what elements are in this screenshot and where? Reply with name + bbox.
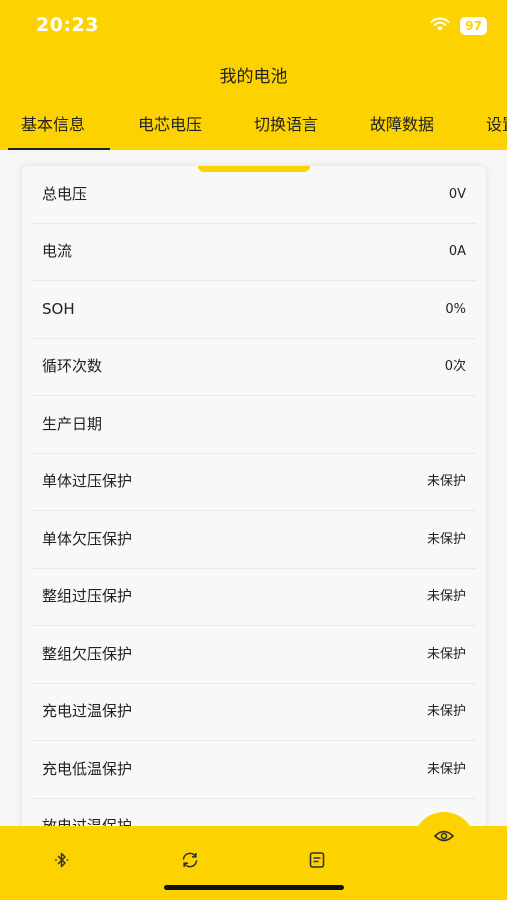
row-value: 0% — [445, 302, 466, 317]
row-value: 未保护 — [426, 647, 466, 662]
row-label: 总电压 — [42, 185, 88, 203]
battery-info-card: 总电压 0V 电流 0A SOH 0% 循环次数 0次 生产日期 单体过压保护 … — [22, 166, 486, 866]
battery-level: 97 — [460, 17, 487, 35]
tab-cell-voltage[interactable]: 电芯电压 — [138, 112, 202, 150]
list-item: 生产日期 — [32, 396, 476, 454]
list-item: 充电过温保护 未保护 — [32, 683, 476, 741]
refresh-button[interactable] — [170, 842, 210, 882]
list-item: 充电低温保护 未保护 — [32, 741, 476, 799]
row-label: 电流 — [42, 242, 73, 260]
status-icons: 97 — [430, 16, 487, 36]
row-value: 未保护 — [426, 762, 466, 777]
row-value: 0V — [448, 187, 466, 202]
row-value: 未保护 — [426, 589, 466, 604]
tab-fault-data[interactable]: 故障数据 — [370, 112, 434, 150]
records-button[interactable] — [297, 842, 337, 882]
document-icon — [307, 850, 327, 874]
list-item: 总电压 0V — [32, 166, 476, 224]
row-value: 0次 — [444, 359, 466, 374]
row-label: 整组欠压保护 — [42, 645, 133, 663]
screen: 20:23 97 我的电池 基本信息 电芯电压 切换语言 故障数据 设置 总电压… — [0, 0, 507, 900]
tab-bar: 基本信息 电芯电压 切换语言 故障数据 设置 — [0, 112, 507, 150]
row-value: 0A — [448, 244, 466, 259]
list-item: 单体欠压保护 未保护 — [32, 511, 476, 569]
tab-switch-language[interactable]: 切换语言 — [254, 112, 318, 150]
bluetooth-button[interactable] — [42, 842, 82, 882]
refresh-icon — [180, 850, 200, 874]
tab-basic-info[interactable]: 基本信息 — [8, 112, 110, 150]
row-label: 生产日期 — [42, 415, 103, 433]
list-item: 循环次数 0次 — [32, 338, 476, 396]
home-indicator — [164, 885, 344, 890]
list-item: 整组欠压保护 未保护 — [32, 626, 476, 684]
tab-settings[interactable]: 设置 — [486, 112, 507, 150]
eye-icon — [433, 828, 455, 848]
row-label: 单体过压保护 — [42, 472, 133, 490]
status-time: 20:23 — [36, 14, 99, 36]
page-title: 我的电池 — [219, 67, 288, 87]
row-value: 未保护 — [426, 704, 466, 719]
row-label: 单体欠压保护 — [42, 530, 133, 548]
row-label: 充电低温保护 — [42, 760, 133, 778]
row-value: 未保护 — [426, 532, 466, 547]
list-item: 电流 0A — [32, 223, 476, 281]
list-item: 整组过压保护 未保护 — [32, 568, 476, 626]
row-value: 未保护 — [426, 474, 466, 489]
list-item: SOH 0% — [32, 281, 476, 339]
list-item: 单体过压保护 未保护 — [32, 453, 476, 511]
row-label: SOH — [42, 300, 75, 318]
row-label: 循环次数 — [42, 357, 103, 375]
wifi-icon — [430, 17, 450, 36]
row-label: 整组过压保护 — [42, 587, 133, 605]
row-label: 充电过温保护 — [42, 702, 133, 720]
bluetooth-icon — [52, 850, 72, 874]
header: 20:23 97 我的电池 基本信息 电芯电压 切换语言 故障数据 设置 — [0, 0, 507, 150]
